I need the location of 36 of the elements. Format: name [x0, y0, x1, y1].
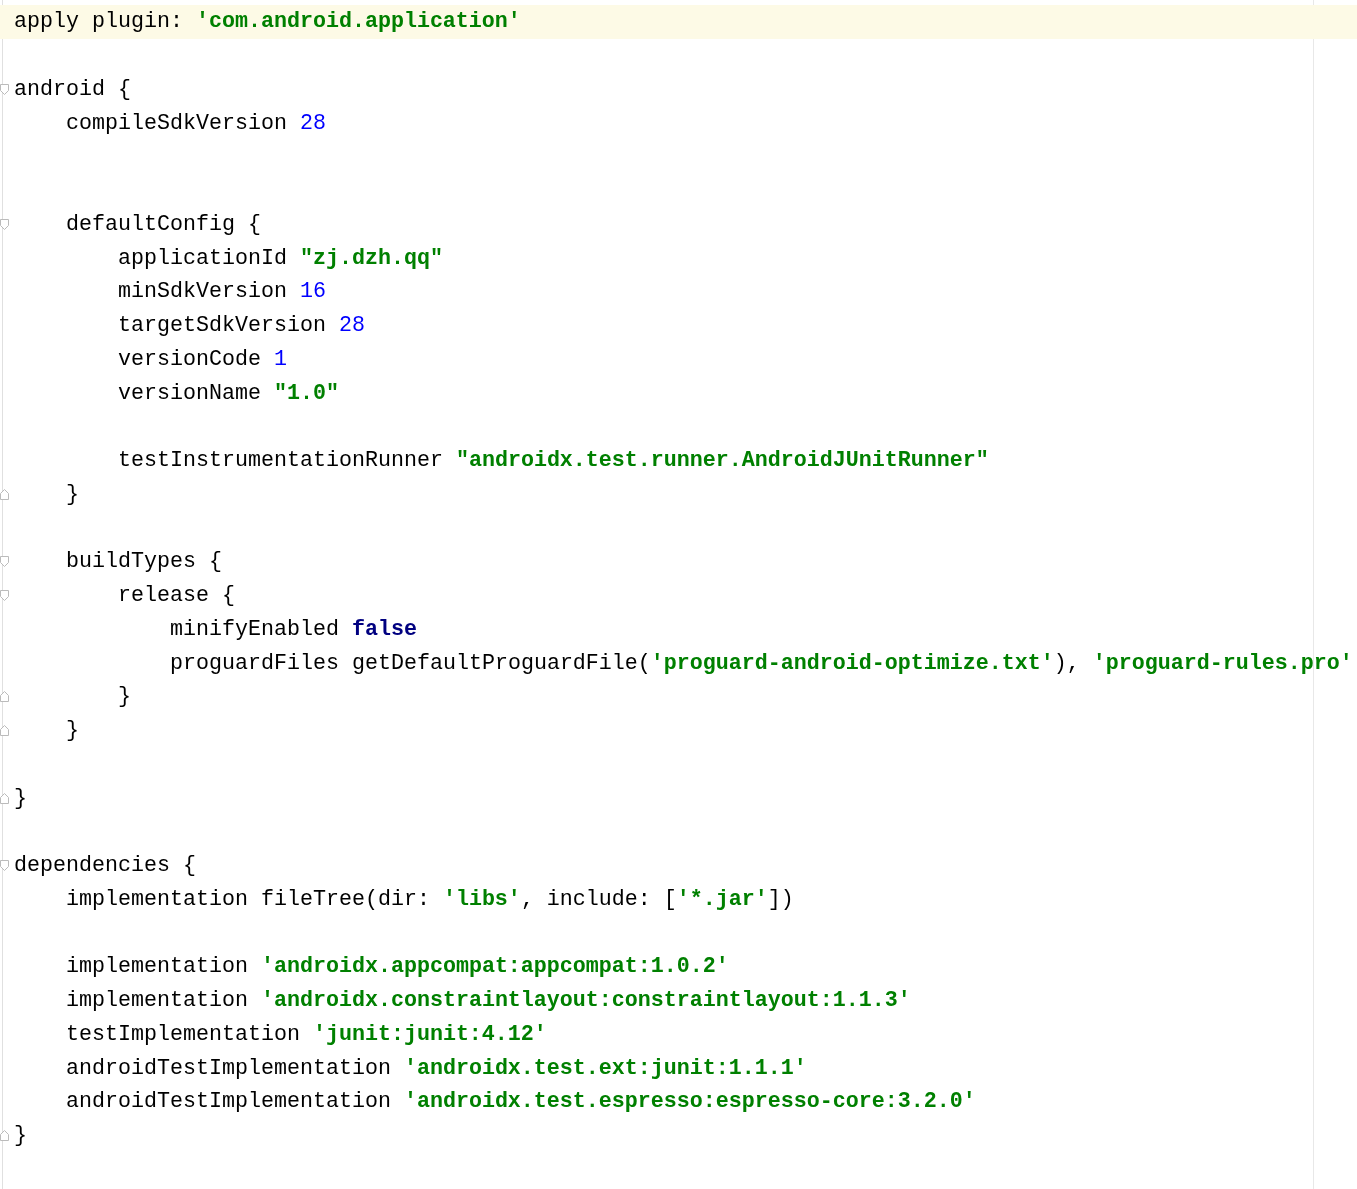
- code-line: implementation 'androidx.appcompat:appcompat:1.0.2': [65, 954, 729, 980]
- code-line: }: [65, 718, 79, 744]
- fold-marker-icon[interactable]: [0, 218, 9, 230]
- code-line: minSdkVersion 16: [117, 279, 326, 305]
- fold-marker-icon[interactable]: [0, 860, 9, 872]
- code-line: applicationId "zj.dzh.qq": [117, 245, 443, 271]
- code-line: testInstrumentationRunner "androidx.test.runner.AndroidJUnitRunner": [117, 448, 989, 474]
- fold-marker-icon[interactable]: [0, 725, 9, 737]
- code-line: targetSdkVersion 28: [117, 313, 365, 339]
- fold-marker-icon[interactable]: [0, 691, 9, 703]
- code-line: testImplementation 'junit:junit:4.12': [65, 1021, 547, 1047]
- code-line: minifyEnabled false: [169, 616, 417, 642]
- code-line: compileSdkVersion 28: [65, 110, 326, 136]
- code-line: defaultConfig {: [65, 211, 261, 237]
- fold-marker-icon[interactable]: [0, 556, 9, 568]
- code-line: versionCode 1: [117, 346, 287, 372]
- code-line: }: [117, 684, 131, 710]
- code-line: apply plugin: 'com.android.application': [13, 9, 521, 35]
- fold-marker-icon[interactable]: [0, 1130, 9, 1142]
- code-line: androidTestImplementation 'androidx.test.ext:junit:1.1.1': [65, 1055, 807, 1081]
- code-line: buildTypes {: [65, 549, 222, 575]
- code-line: dependencies {: [13, 853, 196, 879]
- code-line: implementation 'androidx.constraintlayout:constraintlayout:1.1.3': [65, 988, 911, 1014]
- code-line: }: [13, 1123, 27, 1149]
- fold-marker-icon[interactable]: [0, 792, 9, 804]
- code-line: implementation fileTree(dir: 'libs', include: ['*.jar']): [65, 886, 794, 912]
- code-line: }: [13, 785, 27, 811]
- code-line: androidTestImplementation 'androidx.test.espresso:espresso-core:3.2.0': [65, 1089, 976, 1115]
- code-line: release {: [117, 583, 235, 609]
- code-line: android {: [13, 76, 131, 102]
- code-line: proguardFiles getDefaultProguardFile('proguard-android-optimize.txt'), 'proguard-rules.pro': [169, 650, 1353, 676]
- fold-marker-icon[interactable]: [0, 590, 9, 602]
- fold-marker-icon[interactable]: [0, 488, 9, 500]
- code-line: }: [65, 481, 79, 507]
- code-line: versionName "1.0": [117, 380, 339, 406]
- fold-marker-icon[interactable]: [0, 83, 9, 95]
